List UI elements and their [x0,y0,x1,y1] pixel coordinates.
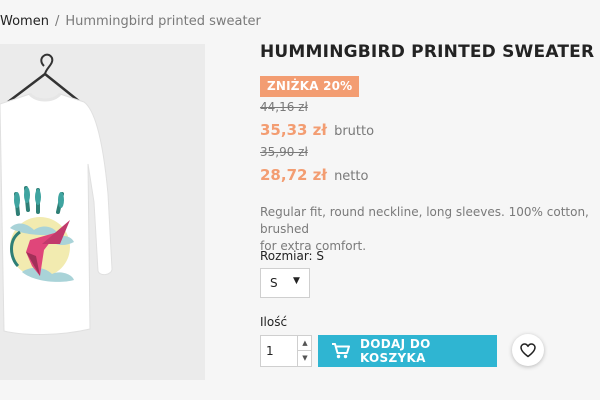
price-gross-suffix: brutto [334,124,375,139]
chevron-up-icon[interactable]: ▲ [297,336,312,351]
price-gross-value: 35,33 zł [260,121,327,139]
breadcrumb: Women / Hummingbird printed sweater [0,14,261,29]
cart-icon [332,343,350,359]
add-to-cart-button[interactable]: DODAJ DO KOSZYKA [318,335,497,367]
quantity-stepper: ▲ ▼ [260,335,312,367]
size-label: Rozmiar: S [260,249,325,263]
quantity-input[interactable] [261,336,296,366]
discount-badge: ZNIŻKA 20% [260,76,360,97]
caret-down-icon: ▼ [293,276,300,286]
quantity-label: Ilość [260,315,288,329]
sweater-illustration [0,53,113,335]
regular-price-gross: 44,16 zł [260,100,308,114]
size-select[interactable]: S ▼ [260,268,310,298]
heart-icon [520,342,536,357]
size-select-value: S [270,276,278,290]
price-net: 28,72 zł netto [260,165,368,184]
regular-price-net: 35,90 zł [260,145,308,159]
product-image[interactable] [0,44,205,380]
breadcrumb-separator: / [54,14,60,29]
chevron-down-icon[interactable]: ▼ [297,351,312,366]
breadcrumb-current: Hummingbird printed sweater [65,14,261,29]
price-net-value: 28,72 zł [260,166,327,184]
breadcrumb-link-women[interactable]: Women [0,14,49,29]
product-title: HUMMINGBIRD PRINTED SWEATER [260,42,595,62]
product-description: Regular fit, round neckline, long sleeve… [260,205,589,253]
wishlist-button[interactable] [512,334,544,366]
add-to-cart-label: DODAJ DO KOSZYKA [360,337,431,365]
price-gross: 35,33 zł brutto [260,120,374,139]
price-net-suffix: netto [334,169,369,184]
